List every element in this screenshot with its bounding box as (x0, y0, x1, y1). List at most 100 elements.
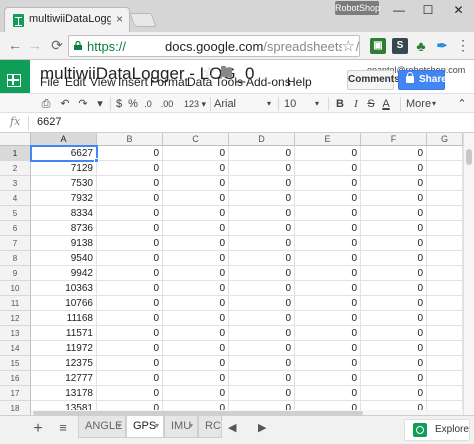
collapse-toolbar-icon[interactable]: ⌃ (456, 96, 468, 112)
row-header[interactable]: 15 (0, 356, 31, 371)
cell-f13[interactable]: 0 (361, 326, 427, 341)
row-header[interactable]: 1 (0, 146, 31, 161)
cell-d3[interactable]: 0 (229, 176, 295, 191)
cell-d2[interactable]: 0 (229, 161, 295, 176)
row-header[interactable]: 12 (0, 311, 31, 326)
cell-g8[interactable] (427, 251, 463, 266)
cell-f3[interactable]: 0 (361, 176, 427, 191)
chevron-down-icon[interactable]: ▾ (155, 416, 159, 436)
sheet-tab-angle[interactable]: ANGLE ▾ (78, 416, 126, 438)
row-header[interactable]: 2 (0, 161, 31, 176)
cell-g5[interactable] (427, 206, 463, 221)
cell-a9[interactable]: 9942 (31, 266, 97, 281)
minimize-icon[interactable]: — (385, 0, 413, 20)
number-format-select[interactable]: 123 ▾ (181, 96, 209, 112)
cell-g1[interactable] (427, 146, 463, 161)
cell-d17[interactable]: 0 (229, 386, 295, 401)
vertical-scroll-thumb[interactable] (466, 149, 472, 165)
cell-d13[interactable]: 0 (229, 326, 295, 341)
cell-a7[interactable]: 9138 (31, 236, 97, 251)
forward-arrow-icon[interactable]: → (26, 36, 44, 54)
cell-c14[interactable]: 0 (163, 341, 229, 356)
cell-g9[interactable] (427, 266, 463, 281)
font-select[interactable]: Arial (214, 96, 270, 112)
cell-e4[interactable]: 0 (295, 191, 361, 206)
cell-d12[interactable]: 0 (229, 311, 295, 326)
cell-a1[interactable]: 6627 (31, 146, 97, 161)
cell-b1[interactable]: 0 (97, 146, 163, 161)
currency-format-button[interactable]: $ (114, 96, 124, 112)
cell-d4[interactable]: 0 (229, 191, 295, 206)
cell-g10[interactable] (427, 281, 463, 296)
cell-c10[interactable]: 0 (163, 281, 229, 296)
row-header[interactable]: 18 (0, 401, 31, 415)
more-button[interactable]: More (406, 96, 431, 112)
cell-b5[interactable]: 0 (97, 206, 163, 221)
cell-b11[interactable]: 0 (97, 296, 163, 311)
chevron-down-icon[interactable]: ▾ (189, 416, 193, 436)
cell-c5[interactable]: 0 (163, 206, 229, 221)
chevron-down-icon[interactable]: ▾ (430, 96, 438, 112)
all-sheets-icon[interactable]: ≡ (56, 420, 70, 435)
cell-g17[interactable] (427, 386, 463, 401)
paint-format-icon[interactable]: ▾ (94, 96, 106, 112)
cell-d14[interactable]: 0 (229, 341, 295, 356)
cell-e8[interactable]: 0 (295, 251, 361, 266)
cell-b8[interactable]: 0 (97, 251, 163, 266)
browser-tab[interactable]: multiwiiDataLogger - LOG × (4, 7, 130, 32)
cell-a6[interactable]: 8736 (31, 221, 97, 236)
spreadsheet-grid[interactable]: A B C D E F G 1 6627 0 0 0 0 0 2 7129 0 0 0 0 0 3 7530 0 0 0 0 0 4 79… (0, 133, 474, 415)
column-header-f[interactable]: F (361, 133, 427, 146)
formula-input[interactable]: 6627 (37, 116, 61, 128)
column-header-b[interactable]: B (97, 133, 163, 146)
column-header-d[interactable]: D (229, 133, 295, 146)
cell-c15[interactable]: 0 (163, 356, 229, 371)
cell-d9[interactable]: 0 (229, 266, 295, 281)
cell-g12[interactable] (427, 311, 463, 326)
sheet-tab-gps[interactable]: GPS ▾ (126, 416, 164, 438)
row-header[interactable]: 11 (0, 296, 31, 311)
cell-d16[interactable]: 0 (229, 371, 295, 386)
cell-a17[interactable]: 13178 (31, 386, 97, 401)
cell-d1[interactable]: 0 (229, 146, 295, 161)
menu-file[interactable]: File (40, 75, 59, 89)
row-header[interactable]: 10 (0, 281, 31, 296)
cell-c11[interactable]: 0 (163, 296, 229, 311)
fill-handle[interactable] (94, 158, 99, 163)
menu-data[interactable]: Data (187, 75, 212, 89)
cell-a15[interactable]: 12375 (31, 356, 97, 371)
new-tab-button[interactable] (129, 13, 157, 27)
chevron-down-icon[interactable]: ▾ (264, 96, 274, 112)
row-header[interactable]: 4 (0, 191, 31, 206)
menu-format[interactable]: Format (150, 75, 188, 89)
cell-e13[interactable]: 0 (295, 326, 361, 341)
text-color-button[interactable]: A (379, 96, 393, 112)
menu-edit[interactable]: Edit (65, 75, 86, 89)
back-arrow-icon[interactable]: ← (6, 36, 24, 54)
cell-f9[interactable]: 0 (361, 266, 427, 281)
italic-button[interactable]: I (349, 96, 363, 112)
cell-g3[interactable] (427, 176, 463, 191)
cell-b14[interactable]: 0 (97, 341, 163, 356)
cell-d10[interactable]: 0 (229, 281, 295, 296)
cell-f12[interactable]: 0 (361, 311, 427, 326)
cell-f17[interactable]: 0 (361, 386, 427, 401)
cell-a13[interactable]: 11571 (31, 326, 97, 341)
cell-c6[interactable]: 0 (163, 221, 229, 236)
percent-format-button[interactable]: % (127, 96, 139, 112)
sheet-tab-imu[interactable]: IMU ▾ (164, 416, 198, 438)
cell-g13[interactable] (427, 326, 463, 341)
comments-button[interactable]: Comments (347, 70, 400, 90)
row-header[interactable]: 8 (0, 251, 31, 266)
cell-b10[interactable]: 0 (97, 281, 163, 296)
undo-icon[interactable]: ↶ (58, 96, 72, 112)
profile-badge[interactable]: RobotShop (335, 1, 380, 15)
cell-a16[interactable]: 12777 (31, 371, 97, 386)
cell-d6[interactable]: 0 (229, 221, 295, 236)
cell-g11[interactable] (427, 296, 463, 311)
cell-g2[interactable] (427, 161, 463, 176)
cell-d15[interactable]: 0 (229, 356, 295, 371)
cell-d7[interactable]: 0 (229, 236, 295, 251)
share-button[interactable]: Share (398, 70, 447, 90)
print-icon[interactable]: ⎙ (39, 96, 53, 112)
